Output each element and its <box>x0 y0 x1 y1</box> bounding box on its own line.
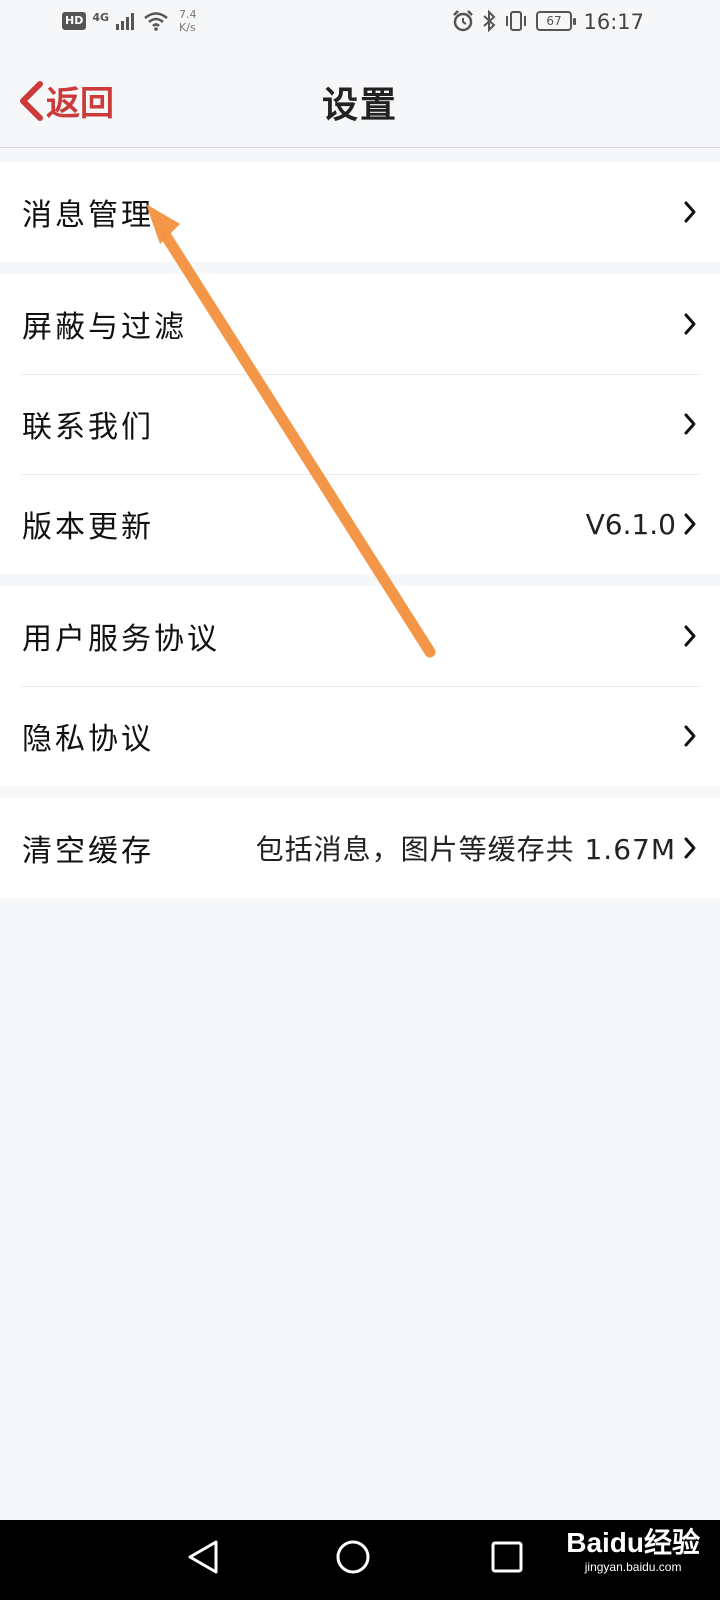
settings-item-privacy-agreement[interactable]: 隐私协议 <box>0 686 720 786</box>
watermark-url: jingyan.baidu.com <box>584 1560 682 1574</box>
item-right <box>682 412 698 436</box>
item-label: 隐私协议 <box>22 722 154 757</box>
chevron-right-icon <box>684 725 696 747</box>
back-triangle-icon[interactable] <box>186 1538 220 1576</box>
bluetooth-icon <box>483 10 496 32</box>
settings-item-block-filter[interactable]: 屏蔽与过滤 <box>0 274 720 374</box>
status-left-icons: HD 4G 7.4 K/s <box>62 8 197 34</box>
item-label: 版本更新 <box>22 510 154 545</box>
settings-group-3: 用户服务协议 隐私协议 <box>0 586 720 786</box>
item-right: V6.1.0 <box>586 508 698 541</box>
version-value: V6.1.0 <box>585 507 676 541</box>
system-nav-bar: Baidu经验 jingyan.baidu.com <box>0 1520 720 1600</box>
chevron-right-icon <box>684 313 696 335</box>
recents-square-icon[interactable] <box>490 1538 524 1576</box>
item-right <box>682 200 698 224</box>
watermark-logo: Baidu经验 <box>566 1527 700 1558</box>
status-bar: HD 4G 7.4 K/s 67 16:17 <box>0 0 720 48</box>
net-speed: 7.4 K/s <box>179 8 197 34</box>
nav-bar: 返回 设置 <box>0 48 720 148</box>
item-label: 屏蔽与过滤 <box>22 310 187 345</box>
settings-group-4: 清空缓存 包括消息，图片等缓存共 1.67M <box>0 798 720 898</box>
settings-group-1: 消息管理 <box>0 162 720 262</box>
hd-badge: HD <box>62 12 87 30</box>
alarm-icon <box>453 10 473 32</box>
net-speed-unit: K/s <box>179 21 196 34</box>
signal-icon <box>116 13 135 30</box>
item-right <box>682 624 698 648</box>
chevron-right-icon <box>684 413 696 435</box>
item-right: 包括消息，图片等缓存共 1.67M <box>256 828 698 868</box>
chevron-right-icon <box>684 837 696 859</box>
net-speed-value: 7.4 <box>179 8 197 21</box>
chevron-right-icon <box>684 625 696 647</box>
battery-indicator: 67 <box>536 11 576 31</box>
page-title: 设置 <box>321 85 398 126</box>
status-right-icons: 67 <box>452 10 576 32</box>
settings-item-contact-us[interactable]: 联系我们 <box>0 374 720 474</box>
chevron-right-icon <box>684 513 696 535</box>
item-label: 清空缓存 <box>22 834 154 869</box>
cache-size-value: 包括消息，图片等缓存共 1.67M <box>255 833 676 866</box>
settings-item-user-agreement[interactable]: 用户服务协议 <box>0 586 720 686</box>
wifi-icon <box>144 12 168 31</box>
settings-item-clear-cache[interactable]: 清空缓存 包括消息，图片等缓存共 1.67M <box>0 798 720 898</box>
vibrate-icon <box>506 11 526 31</box>
item-label: 用户服务协议 <box>22 622 220 657</box>
item-right <box>682 724 698 748</box>
baidu-watermark: Baidu经验 jingyan.baidu.com <box>566 1526 700 1574</box>
item-label: 联系我们 <box>22 410 154 445</box>
settings-group-2: 屏蔽与过滤 联系我们 版本更新 V6.1.0 <box>0 274 720 574</box>
chevron-right-icon <box>684 201 696 223</box>
item-right <box>682 312 698 336</box>
settings-item-message-management[interactable]: 消息管理 <box>0 162 720 262</box>
home-circle-icon[interactable] <box>334 1538 372 1576</box>
item-label: 消息管理 <box>22 198 154 233</box>
clock: 16:17 <box>583 10 644 34</box>
network-type: 4G <box>92 10 110 24</box>
settings-item-version-update[interactable]: 版本更新 V6.1.0 <box>0 474 720 574</box>
